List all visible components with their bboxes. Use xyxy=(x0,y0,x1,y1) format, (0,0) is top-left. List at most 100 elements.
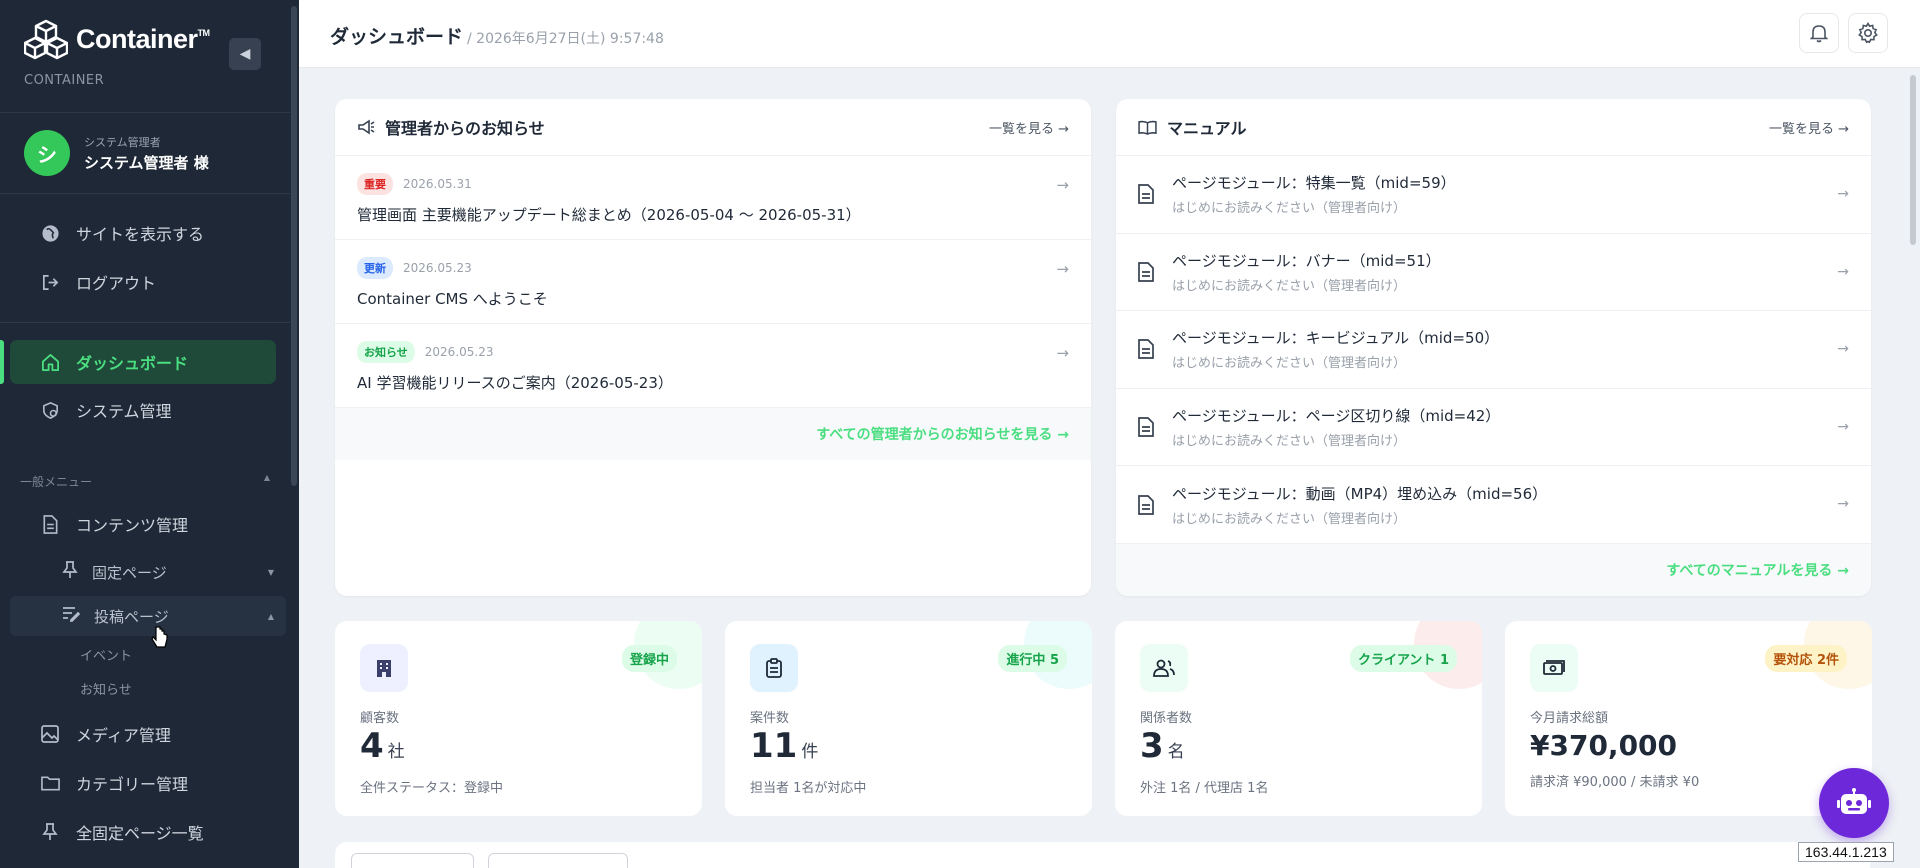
bottom-button[interactable] xyxy=(488,853,628,868)
stat-label: 顧客数 xyxy=(360,711,400,726)
sidebar-item-category[interactable]: カテゴリー管理 xyxy=(10,761,276,805)
user-name: システム管理者 様 xyxy=(84,153,209,172)
sidebar-leaf-notice[interactable]: お知らせ xyxy=(80,679,132,698)
stat-note: 全件ステータス：登録中 xyxy=(360,781,504,796)
manual-subtitle: はじめにお読みください（管理者向け） xyxy=(1172,278,1407,294)
notices-footer-link[interactable]: すべての管理者からのお知らせを見る → xyxy=(335,408,1091,460)
notices-card: 管理者からのお知らせ 一覧を見る → 重要 2026.05.31 管理画面 主要… xyxy=(335,99,1091,596)
document-icon xyxy=(1138,494,1154,515)
notice-title: Container CMS へようこそ xyxy=(357,290,548,308)
divider xyxy=(0,112,290,113)
user-info: シ システム管理者 システム管理者 様 xyxy=(24,130,209,176)
sidebar-leaf-event[interactable]: イベント xyxy=(80,645,132,664)
sidebar-item-dashboard[interactable]: ダッシュボード xyxy=(10,340,276,384)
sidebar-scrollbar[interactable] xyxy=(291,6,297,486)
document-icon xyxy=(40,514,60,534)
stat-badge: 進行中 5 xyxy=(998,645,1067,672)
stat-note: 請求済 ¥90,000 / 未請求 ¥0 xyxy=(1530,775,1700,790)
chevron-down-icon: ▼ xyxy=(267,567,274,577)
document-icon xyxy=(1138,339,1154,360)
manual-subtitle: はじめにお読みください（管理者向け） xyxy=(1172,201,1407,217)
folder-icon xyxy=(40,773,60,793)
brand[interactable]: ContainerTM xyxy=(24,18,210,60)
document-icon xyxy=(1138,417,1154,437)
settings-button[interactable] xyxy=(1848,13,1888,53)
arrow-right-icon: → xyxy=(1837,263,1849,280)
brand-name: ContainerTM xyxy=(76,23,210,54)
sidebar-item-system[interactable]: システム管理 xyxy=(10,388,276,432)
notice-item[interactable]: お知らせ 2026.05.23 AI 学習機能リリースのご案内（2026-05-… xyxy=(335,324,1091,408)
sidebar-collapse-button[interactable]: ◀ xyxy=(229,38,261,70)
card-title: マニュアル xyxy=(1138,115,1247,139)
manual-see-all-link[interactable]: 一覧を見る → xyxy=(1769,118,1849,137)
menu-section-header[interactable]: 一般メニュー ▲ xyxy=(20,473,270,490)
stat-card-projects[interactable]: 進行中 5 案件数 11 件 担当者 1名が対応中 xyxy=(725,621,1092,816)
stat-label: 関係者数 xyxy=(1140,711,1193,726)
sidebar-item-label: ダッシュボード xyxy=(76,354,189,373)
sidebar-item-all-fixed-pages[interactable]: 全固定ページ一覧 xyxy=(10,810,276,854)
sidebar-item-media[interactable]: メディア管理 xyxy=(10,712,276,756)
ai-chat-button[interactable] xyxy=(1819,768,1889,838)
sidebar-item-view-site[interactable]: サイトを表示する xyxy=(10,211,276,255)
sidebar-item-label: サイトを表示する xyxy=(76,225,205,244)
manual-subtitle: はじめにお読みください（管理者向け） xyxy=(1172,511,1407,527)
manual-title: ページモジュール：ページ区切り線（mid=42） xyxy=(1172,407,1501,426)
header-datetime: / 2026年6月27日(土) 9:57:48 xyxy=(467,31,664,47)
stat-card-customers[interactable]: 登録中 顧客数 4社 全件ステータス：登録中 xyxy=(335,621,702,816)
arrow-right-icon: → xyxy=(1837,496,1849,513)
arrow-right-icon: → xyxy=(1056,344,1069,362)
top-header: ダッシュボード/ 2026年6月27日(土) 9:57:48 xyxy=(299,0,1920,68)
sidebar-subitem-label: 固定ページ xyxy=(92,563,167,582)
sidebar-subitem-post-page[interactable]: 投稿ページ ▲ xyxy=(10,596,286,636)
notices-see-all-link[interactable]: 一覧を見る → xyxy=(989,118,1069,137)
notice-title: 管理画面 主要機能アップデート総まとめ（2026-05-04 〜 2026-05… xyxy=(357,206,861,224)
arrow-right-icon: → xyxy=(1837,186,1849,202)
manual-item[interactable]: ページモジュール：キービジュアル（mid=50） はじめにお読みください（管理者向… xyxy=(1116,311,1871,389)
notice-item[interactable]: 更新 2026.05.23 Container CMS へようこそ → xyxy=(335,240,1091,324)
user-role: システム管理者 xyxy=(84,135,161,149)
pin-icon xyxy=(40,822,60,842)
sidebar-item-content[interactable]: コンテンツ管理 xyxy=(10,502,276,546)
stat-value: 11 件 xyxy=(750,726,819,766)
manual-item[interactable]: ページモジュール：ページ区切り線（mid=42） はじめにお読みください（管理者向… xyxy=(1116,389,1871,467)
chevron-up-icon: ▲ xyxy=(263,473,270,482)
image-icon xyxy=(40,724,60,744)
notice-title: AI 学習機能リリースのご案内（2026-05-23） xyxy=(357,374,673,392)
notification-button[interactable] xyxy=(1799,13,1839,53)
badge-notice: お知らせ xyxy=(357,341,415,363)
manual-item[interactable]: ページモジュール：動画（MP4）埋め込み（mid=56） はじめにお読みください（… xyxy=(1116,466,1871,544)
ip-address-label: 163.44.1.213 xyxy=(1798,842,1894,862)
notice-item[interactable]: 重要 2026.05.31 管理画面 主要機能アップデート総まとめ（2026-0… xyxy=(335,156,1091,240)
sidebar-item-label: メディア管理 xyxy=(76,726,171,745)
building-icon xyxy=(360,644,408,692)
sidebar-item-label: コンテンツ管理 xyxy=(76,516,189,535)
logo-icon xyxy=(24,19,68,60)
page-title: ダッシュボード/ 2026年6月27日(土) 9:57:48 xyxy=(330,26,664,48)
manual-title: ページモジュール：キービジュアル（mid=50） xyxy=(1172,329,1500,348)
arrow-right-icon: → xyxy=(1837,341,1849,358)
manual-item[interactable]: ページモジュール：バナー（mid=51） はじめにお読みください（管理者向け） → xyxy=(1116,234,1871,312)
manual-title: ページモジュール：動画（MP4）埋め込み（mid=56） xyxy=(1172,484,1548,503)
money-icon xyxy=(1530,644,1578,692)
mouse-cursor-icon xyxy=(151,626,168,648)
brand-subtitle: CONTAINER xyxy=(24,73,105,88)
document-icon xyxy=(1138,262,1154,282)
sidebar-item-logout[interactable]: ログアウト xyxy=(10,260,276,304)
sidebar-subitem-fixed-page[interactable]: 固定ページ ▼ xyxy=(10,552,286,592)
manual-item[interactable]: ページモジュール：特集一覧（mid=59） はじめにお読みください（管理者向け） … xyxy=(1116,156,1871,234)
triangle-left-icon: ◀ xyxy=(239,46,251,62)
stat-card-billing[interactable]: 要対応 2件 今月請求総額 ¥370,000 請求済 ¥90,000 / 未請求… xyxy=(1505,621,1872,816)
main-scrollbar[interactable] xyxy=(1910,75,1916,245)
stat-card-stakeholders[interactable]: クライアント 1 関係者数 3名 外注 1名 / 代理店 1名 xyxy=(1115,621,1482,816)
sidebar: ContainerTM CONTAINER ◀ シ システム管理者 システム管理… xyxy=(0,0,299,868)
bottom-button[interactable] xyxy=(351,853,474,868)
notice-date: 2026.05.23 xyxy=(424,345,494,359)
sidebar-item-label: カテゴリー管理 xyxy=(76,775,189,794)
manual-footer-link[interactable]: すべてのマニュアルを見る → xyxy=(1116,543,1871,596)
stat-badge: 要対応 2件 xyxy=(1765,645,1847,672)
arrow-right-icon: → xyxy=(1837,418,1849,435)
card-header: マニュアル 一覧を見る → xyxy=(1116,99,1871,156)
gear-shield-icon xyxy=(40,400,60,420)
stat-badge: クライアント 1 xyxy=(1349,645,1457,672)
book-icon xyxy=(1138,120,1157,135)
